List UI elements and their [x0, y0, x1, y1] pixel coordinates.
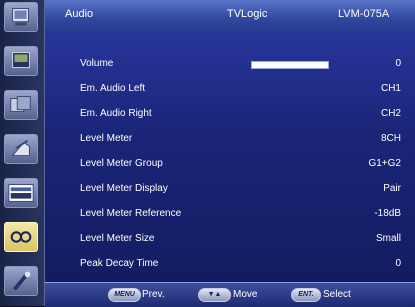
- display-icon[interactable]: [4, 178, 38, 208]
- move-label: Move: [233, 289, 258, 300]
- title-bar: Audio TVLogic LVM-075A: [45, 0, 415, 35]
- level-meter-display-row[interactable]: Level Meter Display Pair: [45, 176, 415, 201]
- level-meter-row[interactable]: Level Meter 8CH: [45, 126, 415, 151]
- level-meter-size-value: Small: [375, 233, 401, 244]
- level-meter-reference-value: -18dB: [374, 208, 401, 219]
- volume-value: 0: [395, 58, 401, 69]
- color-icon[interactable]: [4, 90, 38, 120]
- brand-name: TVLogic: [227, 8, 268, 20]
- level-meter-display-value: Pair: [383, 183, 401, 194]
- audio-icon[interactable]: [4, 222, 38, 252]
- audio-settings-list: Volume 0 Em. Audio Left CH1 Em. Audio Righ…: [45, 34, 415, 282]
- em-audio-right-value: CH2: [380, 108, 401, 119]
- level-meter-label: Level Meter: [80, 133, 133, 144]
- level-meter-group-value: G1+G2: [368, 158, 401, 169]
- category-sidebar: [0, 0, 45, 306]
- peak-decay-time-row[interactable]: Peak Decay Time 0: [45, 251, 415, 276]
- em-audio-left-label: Em. Audio Left: [80, 83, 146, 94]
- volume-slider[interactable]: [251, 61, 329, 69]
- up-down-key-icon: ▼▲: [198, 288, 231, 302]
- level-meter-reference-row[interactable]: Level Meter Reference -18dB: [45, 201, 415, 226]
- volume-row[interactable]: Volume 0: [45, 51, 415, 76]
- monitor-icon[interactable]: [4, 2, 38, 32]
- select-label: Select: [323, 289, 351, 300]
- em-audio-left-value: CH1: [380, 83, 401, 94]
- help-bar: MENU Prev. ▼▲ Move ENT. Select: [45, 282, 415, 307]
- model-name: LVM-075A: [338, 8, 390, 20]
- volume-label: Volume: [80, 58, 114, 69]
- page-title: Audio: [65, 8, 94, 20]
- level-meter-size-row[interactable]: Level Meter Size Small: [45, 226, 415, 251]
- em-audio-right-label: Em. Audio Right: [80, 108, 152, 119]
- level-meter-display-label: Level Meter Display: [80, 183, 168, 194]
- em-audio-left-row[interactable]: Em. Audio Left CH1: [45, 76, 415, 101]
- level-meter-reference-label: Level Meter Reference: [80, 208, 182, 219]
- peak-decay-time-value: 0: [395, 258, 401, 269]
- menu-key-icon: MENU: [108, 288, 141, 302]
- em-audio-right-row[interactable]: Em. Audio Right CH2: [45, 101, 415, 126]
- volume-slider-fill: [252, 62, 328, 68]
- enter-key-icon: ENT.: [291, 288, 321, 302]
- level-meter-group-row[interactable]: Level Meter Group G1+G2: [45, 151, 415, 176]
- peak-decay-time-label: Peak Decay Time: [80, 258, 159, 269]
- tools-icon[interactable]: [4, 266, 38, 296]
- level-meter-size-label: Level Meter Size: [80, 233, 155, 244]
- level-meter-group-label: Level Meter Group: [80, 158, 163, 169]
- prev-label: Prev.: [142, 289, 165, 300]
- picture-icon[interactable]: [4, 46, 38, 76]
- osd-menu: Audio TVLogic LVM-075A Volume 0 Em. Audi…: [0, 0, 415, 307]
- input-icon[interactable]: [4, 134, 38, 164]
- level-meter-value: 8CH: [380, 133, 401, 144]
